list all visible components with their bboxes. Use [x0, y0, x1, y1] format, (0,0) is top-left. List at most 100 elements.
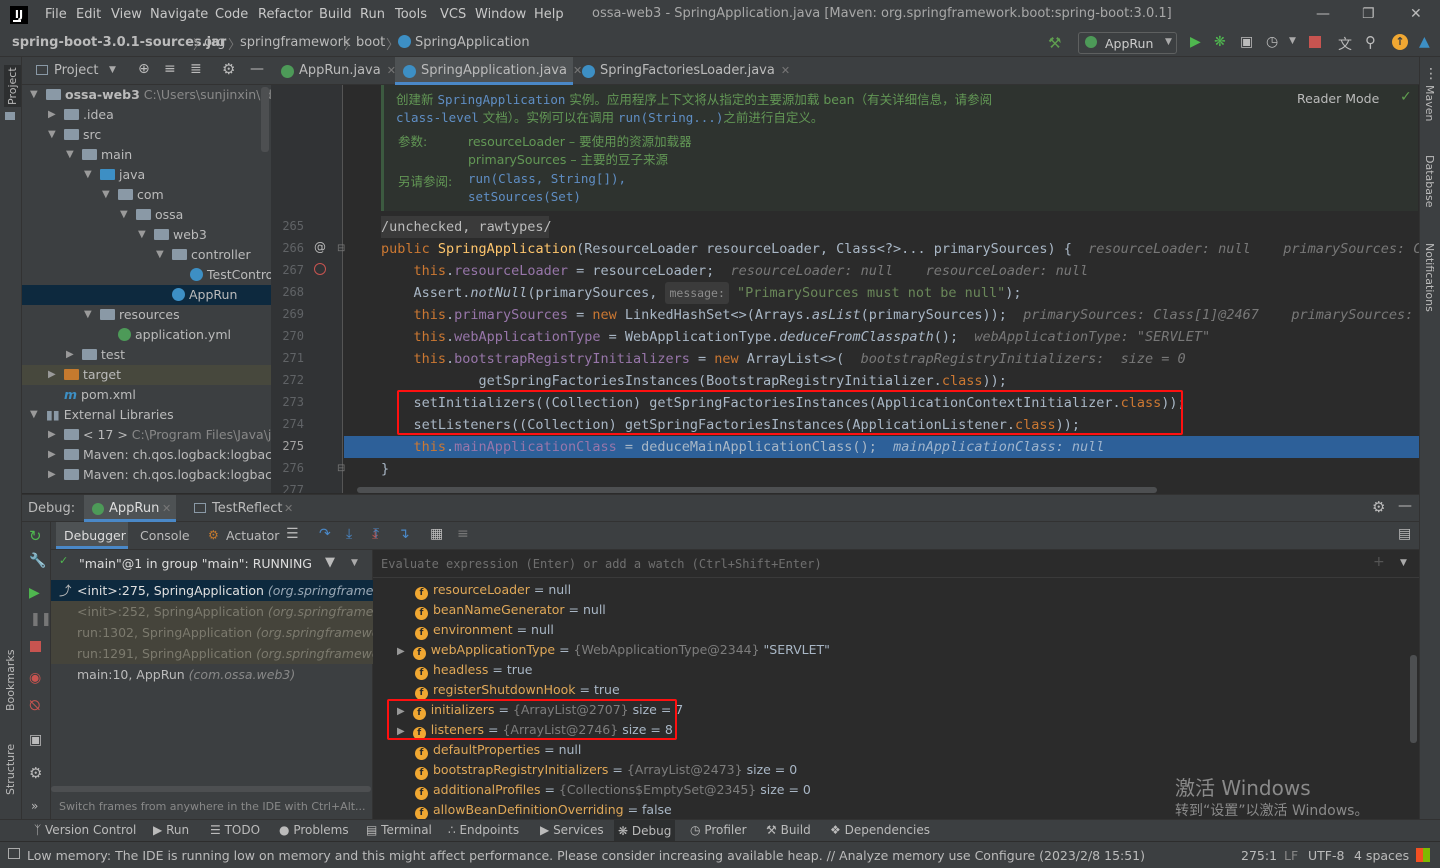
debug-tab-testreflect[interactable]: TestReflect ✕: [188, 495, 308, 522]
breadcrumb-org[interactable]: org: [204, 35, 225, 50]
tree-item-com[interactable]: ▼ com: [22, 185, 271, 205]
tool-todo[interactable]: ☰ TODO: [210, 823, 260, 837]
restore-icon[interactable]: ❐: [1362, 6, 1375, 22]
tree-item-maven-lib[interactable]: ▶ Maven: ch.qos.logback:logback-: [22, 465, 271, 485]
stack-frame[interactable]: run:1291, SpringApplication (org.springf…: [51, 643, 373, 664]
tree-item-apprun[interactable]: AppRun: [22, 285, 271, 305]
wrench-icon[interactable]: 🔧: [29, 553, 46, 569]
menu-view[interactable]: View: [111, 7, 142, 22]
variable-row[interactable]: f allowBeanDefinitionOverriding = false: [415, 800, 672, 820]
locate-icon[interactable]: ⊕: [138, 61, 150, 77]
evaluate-expression-input[interactable]: Evaluate expression (Enter) or add a wat…: [373, 550, 1419, 578]
horizontal-scrollbar[interactable]: [51, 786, 371, 792]
tree-item-ossa-web3[interactable]: ▼ossa-web3 C:\Users\sunjinxin\Idea: [22, 85, 271, 105]
stack-frame[interactable]: run:1302, SpringApplication (org.springf…: [51, 622, 373, 643]
javadoc-link-run[interactable]: run(Class, String[]),: [468, 171, 626, 186]
stop-icon[interactable]: [1309, 36, 1321, 48]
database-tool-tab[interactable]: Database: [1423, 155, 1436, 208]
close-tab-icon[interactable]: ✕: [284, 502, 293, 515]
tool-debug[interactable]: ❋ Debug: [614, 820, 676, 842]
restore-layout-icon[interactable]: ▤: [1398, 526, 1411, 542]
indent-setting[interactable]: 4 spaces: [1354, 848, 1409, 863]
coverage-icon[interactable]: ▣: [1240, 34, 1253, 50]
step-over-icon[interactable]: ↷: [319, 526, 331, 542]
bookmarks-tool-tab[interactable]: Bookmarks: [4, 650, 17, 711]
tool-dependencies[interactable]: ❖ Dependencies: [830, 823, 930, 837]
expand-arrow-icon[interactable]: ▶: [397, 646, 405, 657]
tree-item-main[interactable]: ▼ main: [22, 145, 271, 165]
variable-row[interactable]: f environment = null: [415, 620, 554, 640]
menu-window[interactable]: Window: [475, 7, 526, 22]
close-tab-icon[interactable]: ✕: [162, 502, 171, 515]
tab-console[interactable]: Console: [140, 528, 190, 543]
close-icon[interactable]: ✕: [1410, 6, 1422, 22]
resume-icon[interactable]: ▶: [29, 585, 40, 601]
tab-springapplication-java[interactable]: SpringApplication.java ✕: [395, 57, 582, 85]
debug-bug-icon[interactable]: ❋: [1214, 34, 1226, 50]
chevron-down-icon[interactable]: ▼: [351, 558, 358, 568]
menu-navigate[interactable]: Navigate: [150, 7, 208, 22]
tool-terminal[interactable]: ▤ Terminal: [366, 823, 432, 837]
tree-item-controller[interactable]: ▼ controller: [22, 245, 271, 265]
javadoc-link-setsources[interactable]: setSources(Set): [468, 189, 581, 204]
status-message[interactable]: Low memory: The IDE is running low on me…: [27, 848, 1145, 863]
mute-breakpoints-icon[interactable]: ⦰: [29, 698, 40, 714]
breakpoint-icon[interactable]: [314, 263, 326, 275]
run-config-selector[interactable]: AppRun ▼: [1078, 32, 1177, 54]
trace-icon[interactable]: ≡: [457, 526, 469, 542]
more-vertical-icon[interactable]: ⋮: [1424, 66, 1438, 82]
line-separator[interactable]: LF: [1284, 848, 1298, 863]
tree-item-jdk[interactable]: ▶< 17 > C:\Program Files\Java\jdk: [22, 425, 271, 445]
tree-item-external-libraries[interactable]: ▼ ▮▮ External Libraries: [22, 405, 271, 425]
breadcrumb-springframework[interactable]: springframework: [240, 35, 350, 50]
stop-icon[interactable]: [30, 641, 41, 652]
tree-item-maven-lib[interactable]: ▶ Maven: ch.qos.logback:logback-: [22, 445, 271, 465]
tool-profiler[interactable]: ◷ Profiler: [690, 823, 747, 837]
breadcrumb-class[interactable]: SpringApplication: [398, 35, 530, 50]
variable-row[interactable]: f headless = true: [415, 660, 533, 680]
notifications-tool-tab[interactable]: Notifications: [1423, 243, 1436, 312]
tree-item-ossa[interactable]: ▼ ossa: [22, 205, 271, 225]
status-panel-icon[interactable]: [8, 848, 20, 859]
menu-run[interactable]: Run: [360, 7, 385, 22]
camera-icon[interactable]: ▣: [29, 732, 42, 748]
tab-apprun-java[interactable]: AppRun.java ✕: [273, 57, 396, 85]
vertical-scrollbar[interactable]: [1410, 655, 1417, 743]
project-tool-tab[interactable]: Project: [4, 65, 21, 107]
tree-item-web3[interactable]: ▼ web3: [22, 225, 271, 245]
menu-code[interactable]: Code: [215, 7, 248, 22]
menu-file[interactable]: File: [45, 7, 67, 22]
tool-problems[interactable]: ● Problems: [279, 823, 349, 837]
fold-icon[interactable]: ⊟: [337, 463, 345, 474]
scrollbar-thumb[interactable]: [261, 87, 269, 152]
layout-menu-icon[interactable]: ☰: [286, 526, 299, 542]
step-into-icon[interactable]: ⤓: [346, 526, 352, 542]
tree-item-target[interactable]: ▶ target: [22, 365, 271, 385]
hide-panel-icon[interactable]: —: [1398, 498, 1412, 514]
tool-services[interactable]: ▶ Services: [540, 823, 604, 837]
search-icon[interactable]: ⚲: [1365, 33, 1376, 51]
fold-icon[interactable]: ⊟: [337, 243, 345, 254]
structure-tool-tab[interactable]: Structure: [4, 744, 17, 795]
menu-edit[interactable]: Edit: [76, 7, 101, 22]
translate-icon[interactable]: 文: [1338, 34, 1352, 54]
maven-tool-tab[interactable]: Maven: [1423, 85, 1436, 121]
more-chevron-icon[interactable]: »: [31, 799, 38, 813]
tool-endpoints[interactable]: ∴ Endpoints: [448, 823, 519, 837]
tab-actuator[interactable]: Actuator: [226, 528, 279, 543]
menu-tools[interactable]: Tools: [395, 7, 427, 22]
tool-version-control[interactable]: ᛉ Version Control: [34, 823, 136, 837]
tree-item-testcontroller[interactable]: TestController: [22, 265, 271, 285]
variable-row[interactable]: f resourceLoader = null: [415, 580, 571, 600]
variable-row[interactable]: f bootstrapRegistryInitializers = {ArrayL…: [415, 760, 797, 780]
minimize-icon[interactable]: —: [1316, 6, 1330, 22]
variable-row[interactable]: ▶ f webApplicationType = {WebApplicationTy…: [397, 640, 830, 660]
collapse-all-icon[interactable]: ≣: [190, 61, 202, 77]
run-to-cursor-icon[interactable]: ↴: [398, 526, 410, 542]
debug-tab-apprun[interactable]: AppRun ✕: [84, 495, 176, 522]
breadcrumb-boot[interactable]: boot: [356, 35, 385, 50]
gear-icon[interactable]: ⚙: [1372, 498, 1385, 516]
tree-item-src[interactable]: ▼ src: [22, 125, 271, 145]
gear-icon[interactable]: ⚙: [222, 60, 235, 78]
pause-icon[interactable]: ❚❚: [30, 612, 52, 627]
